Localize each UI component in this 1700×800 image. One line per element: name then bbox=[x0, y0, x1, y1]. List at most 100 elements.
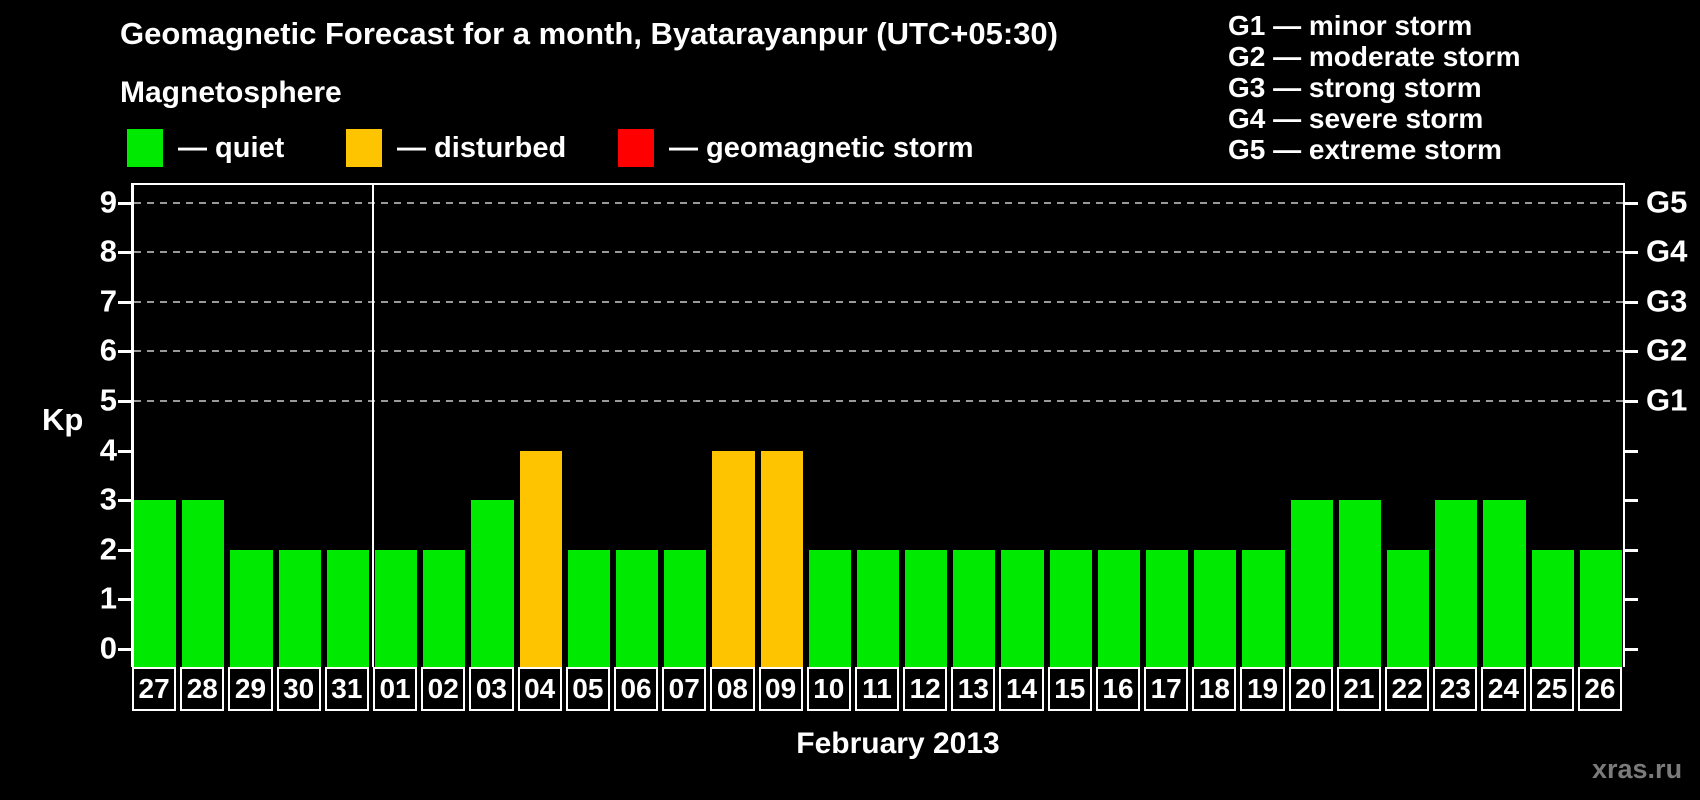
day-label-cell: 04 bbox=[518, 667, 562, 711]
y-tick-left-5 bbox=[118, 400, 131, 403]
y-tick-left-7 bbox=[118, 301, 131, 304]
kp-bar-day-17 bbox=[1146, 550, 1188, 667]
kp-bar-day-19 bbox=[1242, 550, 1284, 667]
day-label-cell: 19 bbox=[1240, 667, 1284, 711]
chart-title: Geomagnetic Forecast for a month, Byatar… bbox=[120, 16, 1058, 52]
day-label-cell: 02 bbox=[421, 667, 465, 711]
y-tick-left-6 bbox=[118, 350, 131, 353]
kp-bar-day-18 bbox=[1194, 550, 1236, 667]
right-axis-label-g5: G5 bbox=[1646, 184, 1687, 220]
day-label-cell: 15 bbox=[1048, 667, 1092, 711]
kp-bar-day-11 bbox=[857, 550, 899, 667]
y-tick-right-6 bbox=[1625, 350, 1638, 353]
y-tick-left-8 bbox=[118, 251, 131, 254]
magnetosphere-legend-title: Magnetosphere bbox=[120, 76, 342, 110]
day-label-cell: 14 bbox=[999, 667, 1043, 711]
y-tick-left-0 bbox=[118, 648, 131, 651]
y-tick-label-3: 3 bbox=[0, 481, 117, 517]
y-tick-label-2: 2 bbox=[0, 531, 117, 567]
day-label-cell: 01 bbox=[373, 667, 417, 711]
kp-bar-day-07 bbox=[664, 550, 706, 667]
y-tick-left-3 bbox=[118, 499, 131, 502]
y-tick-left-2 bbox=[118, 549, 131, 552]
kp-bar-day-08 bbox=[712, 451, 754, 667]
geomagnetic-forecast-chart: Geomagnetic Forecast for a month, Byatar… bbox=[0, 0, 1700, 800]
day-label-cell: 08 bbox=[710, 667, 754, 711]
kp-bar-day-27 bbox=[134, 500, 176, 667]
kp-bar-day-23 bbox=[1435, 500, 1477, 667]
day-label-cell: 05 bbox=[566, 667, 610, 711]
x-axis-title: February 2013 bbox=[796, 727, 999, 761]
y-tick-right-3 bbox=[1625, 499, 1638, 502]
storm-scale-item-g1: G1 — minor storm bbox=[1228, 10, 1521, 41]
kp-bar-day-26 bbox=[1580, 550, 1622, 667]
y-tick-right-1 bbox=[1625, 598, 1638, 601]
gridline-kp9 bbox=[134, 202, 1623, 204]
watermark: xras.ru bbox=[1592, 754, 1682, 785]
day-label-cell: 25 bbox=[1530, 667, 1574, 711]
y-tick-label-7: 7 bbox=[0, 283, 117, 319]
storm-scale-item-g5: G5 — extreme storm bbox=[1228, 134, 1521, 165]
kp-bar-day-25 bbox=[1532, 550, 1574, 667]
y-tick-label-0: 0 bbox=[0, 630, 117, 666]
y-tick-right-5 bbox=[1625, 400, 1638, 403]
right-axis-label-g1: G1 bbox=[1646, 382, 1687, 418]
kp-bar-day-09 bbox=[761, 451, 803, 667]
y-tick-left-4 bbox=[118, 450, 131, 453]
gridline-kp6 bbox=[134, 350, 1623, 352]
right-axis-label-g2: G2 bbox=[1646, 333, 1687, 369]
legend-item-storm: — geomagnetic storm bbox=[618, 129, 974, 167]
gridline-kp5 bbox=[134, 400, 1623, 402]
day-label-cell: 09 bbox=[759, 667, 803, 711]
gridline-kp8 bbox=[134, 251, 1623, 253]
day-label-cell: 26 bbox=[1578, 667, 1622, 711]
y-tick-left-1 bbox=[118, 598, 131, 601]
y-tick-label-4: 4 bbox=[0, 432, 117, 468]
storm-color-swatch bbox=[618, 129, 654, 167]
x-axis-day-labels: 2728293031010203040506070809101112131415… bbox=[131, 667, 1625, 713]
kp-bar-day-05 bbox=[568, 550, 610, 667]
plot-top-border bbox=[131, 183, 1625, 185]
day-label-cell: 23 bbox=[1433, 667, 1477, 711]
day-label-cell: 27 bbox=[132, 667, 176, 711]
day-label-cell: 12 bbox=[903, 667, 947, 711]
legend-label-disturbed: — disturbed bbox=[397, 132, 566, 165]
kp-bar-day-21 bbox=[1339, 500, 1381, 667]
kp-bar-day-03 bbox=[471, 500, 513, 667]
y-tick-right-8 bbox=[1625, 251, 1638, 254]
plot-area bbox=[131, 183, 1625, 667]
day-label-cell: 17 bbox=[1144, 667, 1188, 711]
storm-scale-legend: G1 — minor storm G2 — moderate storm G3 … bbox=[1228, 10, 1521, 165]
day-label-cell: 13 bbox=[951, 667, 995, 711]
kp-bar-day-16 bbox=[1098, 550, 1140, 667]
kp-bar-day-12 bbox=[905, 550, 947, 667]
day-label-cell: 16 bbox=[1096, 667, 1140, 711]
month-separator-line bbox=[372, 183, 374, 667]
kp-bar-day-02 bbox=[423, 550, 465, 667]
right-axis-label-g3: G3 bbox=[1646, 283, 1687, 319]
day-label-cell: 11 bbox=[855, 667, 899, 711]
y-tick-right-7 bbox=[1625, 301, 1638, 304]
day-label-cell: 10 bbox=[807, 667, 851, 711]
kp-bar-day-20 bbox=[1291, 500, 1333, 667]
kp-bar-day-31 bbox=[327, 550, 369, 667]
disturbed-color-swatch bbox=[346, 129, 382, 167]
legend-label-storm: — geomagnetic storm bbox=[669, 132, 974, 165]
gridline-kp7 bbox=[134, 301, 1623, 303]
y-tick-left-9 bbox=[118, 202, 131, 205]
kp-bar-day-10 bbox=[809, 550, 851, 667]
right-axis-label-g4: G4 bbox=[1646, 233, 1687, 269]
y-tick-right-9 bbox=[1625, 202, 1638, 205]
kp-bar-day-06 bbox=[616, 550, 658, 667]
day-label-cell: 28 bbox=[180, 667, 224, 711]
legend-label-quiet: — quiet bbox=[178, 132, 284, 165]
day-label-cell: 07 bbox=[662, 667, 706, 711]
y-tick-label-6: 6 bbox=[0, 333, 117, 369]
right-axis-line bbox=[1623, 183, 1625, 667]
kp-bar-day-28 bbox=[182, 500, 224, 667]
kp-bar-day-29 bbox=[230, 550, 272, 667]
y-tick-label-9: 9 bbox=[0, 184, 117, 220]
kp-bar-day-30 bbox=[279, 550, 321, 667]
day-label-cell: 20 bbox=[1289, 667, 1333, 711]
kp-bar-day-14 bbox=[1001, 550, 1043, 667]
